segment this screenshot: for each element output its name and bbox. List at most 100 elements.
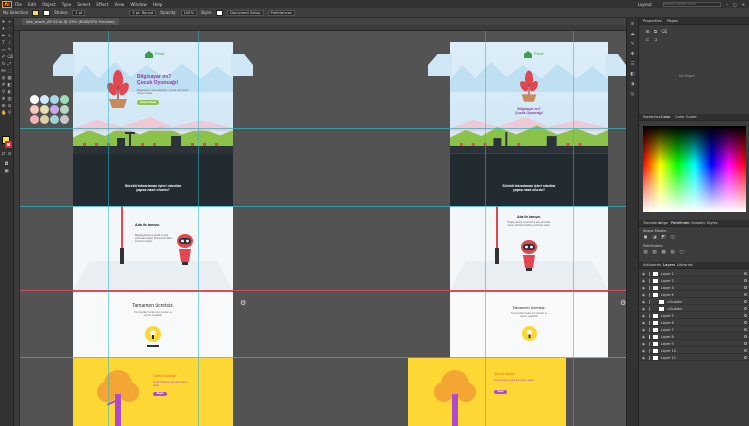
- gradient-icon[interactable]: ◧: [630, 72, 635, 77]
- swatch[interactable]: [40, 95, 49, 104]
- blend-tool-icon[interactable]: ◐: [7, 90, 12, 95]
- menu-window[interactable]: Window: [130, 2, 147, 7]
- fill-swatch[interactable]: [32, 9, 40, 16]
- screen-mode-icon[interactable]: ▣: [4, 169, 9, 174]
- visibility-eye-icon[interactable]: ◉: [642, 300, 646, 304]
- stroke-icon[interactable]: ☰: [630, 62, 635, 67]
- layer-row[interactable]: ◉ <Guide>: [639, 299, 749, 305]
- guide-horizontal[interactable]: [20, 357, 626, 358]
- guide-vertical[interactable]: [108, 31, 109, 426]
- exclude-icon[interactable]: ◫: [670, 235, 675, 240]
- hero-cta-button[interactable]: Hemen Başla: [137, 100, 159, 105]
- layer-target-icon[interactable]: [744, 328, 747, 331]
- tab-graphic-styles[interactable]: Graphic Styles: [691, 220, 718, 227]
- magic-wand-icon[interactable]: ✦: [1, 27, 6, 32]
- none-color-icon[interactable]: ⊘: [7, 152, 12, 157]
- layer-target-icon[interactable]: [744, 335, 747, 338]
- layer-row[interactable]: ◉ Layer 11: [639, 355, 749, 361]
- visibility-eye-icon[interactable]: ◉: [642, 279, 646, 283]
- layer-name[interactable]: Layer 11: [661, 355, 676, 361]
- menu-type[interactable]: Type: [62, 2, 72, 7]
- swatch[interactable]: [60, 95, 69, 104]
- trim-icon[interactable]: ▨: [652, 250, 657, 255]
- swatch[interactable]: [50, 115, 59, 124]
- line-tool-icon[interactable]: /: [7, 41, 12, 46]
- layer-target-icon[interactable]: [744, 300, 747, 303]
- transparency-icon[interactable]: ◑: [630, 82, 635, 87]
- gradient-tool-icon[interactable]: ◧: [7, 83, 12, 88]
- layer-name[interactable]: <Guide>: [667, 306, 683, 312]
- swatch[interactable]: [50, 95, 59, 104]
- tab-properties[interactable]: Properties: [643, 18, 662, 25]
- tab-color-guide[interactable]: Color Guide: [675, 114, 697, 121]
- unite-icon[interactable]: ◼: [643, 235, 648, 240]
- visibility-eye-icon[interactable]: ◉: [642, 321, 646, 325]
- appearance-icon[interactable]: ◎: [630, 92, 635, 97]
- visibility-eye-icon[interactable]: ◉: [642, 314, 646, 318]
- stroke-weight-field[interactable]: 1 pt: [72, 9, 86, 16]
- brush-icon[interactable]: ✎: [630, 42, 635, 47]
- type-tool-icon[interactable]: T: [1, 41, 6, 46]
- layer-target-icon[interactable]: [744, 356, 747, 359]
- layer-target-icon[interactable]: [744, 314, 747, 317]
- guide-vertical[interactable]: [485, 31, 486, 426]
- swatch[interactable]: [30, 105, 39, 114]
- layer-row[interactable]: ◉ Layer 1: [639, 271, 749, 277]
- crop-icon[interactable]: ▤: [670, 250, 675, 255]
- guide-red[interactable]: [20, 290, 626, 291]
- layer-name[interactable]: Layer 10: [661, 348, 676, 354]
- brush-definition-field[interactable]: 5 pt. Round: [129, 9, 157, 16]
- layer-name[interactable]: Layer 5: [661, 313, 674, 319]
- intersect-icon[interactable]: ◩: [661, 235, 666, 240]
- visibility-eye-icon[interactable]: ◉: [642, 335, 646, 339]
- symbol-sprayer-icon[interactable]: ✻: [1, 97, 6, 102]
- layer-row[interactable]: ◉ Layer 5: [639, 313, 749, 319]
- visibility-eye-icon[interactable]: ◉: [642, 293, 646, 297]
- tab-color[interactable]: Color: [661, 114, 671, 121]
- lasso-tool-icon[interactable]: ◌: [7, 27, 12, 32]
- minus-front-icon[interactable]: ◪: [652, 235, 657, 240]
- cta-button[interactable]: Başla: [153, 392, 167, 396]
- tab-artboards[interactable]: Artboards: [643, 262, 661, 269]
- properties-icon[interactable]: ≡: [630, 22, 635, 27]
- layer-target-icon[interactable]: [744, 279, 747, 282]
- align-left-icon[interactable]: ⊏: [645, 38, 650, 43]
- menu-effect[interactable]: Effect: [96, 2, 108, 7]
- menu-help[interactable]: Help: [153, 2, 163, 7]
- menu-select[interactable]: Select: [77, 2, 90, 7]
- menu-file[interactable]: File: [15, 2, 22, 7]
- visibility-eye-icon[interactable]: ◉: [642, 328, 646, 332]
- menu-view[interactable]: View: [114, 2, 124, 7]
- guide-vertical[interactable]: [573, 31, 574, 426]
- layer-name[interactable]: <Guide>: [667, 299, 683, 305]
- layer-row[interactable]: ◉ Layer 9: [639, 341, 749, 347]
- workspace-switcher[interactable]: Layout: [638, 2, 652, 7]
- swatch[interactable]: [50, 105, 59, 114]
- swap-colors-icon[interactable]: ⇄: [1, 152, 6, 157]
- free-transform-icon[interactable]: ⬚: [7, 69, 12, 74]
- layer-target-icon[interactable]: [744, 307, 747, 310]
- pen-tool-icon[interactable]: ✒: [1, 34, 6, 39]
- layer-target-icon[interactable]: [744, 272, 747, 275]
- layer-name[interactable]: Layer 6: [661, 320, 674, 326]
- swatch[interactable]: [40, 115, 49, 124]
- menu-object[interactable]: Object: [42, 2, 56, 7]
- mesh-tool-icon[interactable]: #: [1, 83, 6, 88]
- layer-target-icon[interactable]: [744, 286, 747, 289]
- guide-vertical[interactable]: [198, 31, 199, 426]
- tab-layers[interactable]: Layers: [663, 262, 675, 269]
- merge-icon[interactable]: ▩: [661, 250, 666, 255]
- layer-row[interactable]: ◉ Layer 8: [639, 334, 749, 340]
- minimize-icon[interactable]: –: [726, 2, 728, 7]
- layer-name[interactable]: Layer 3: [661, 285, 674, 291]
- eraser-tool-icon[interactable]: ⌫: [7, 55, 13, 60]
- layer-name[interactable]: Layer 4: [661, 292, 674, 298]
- direct-selection-tool-icon[interactable]: ➢: [7, 20, 12, 25]
- document-tab[interactable]: site_mock_AP 02.ai @ 25% (RGB/GPU Previe…: [22, 18, 119, 25]
- outline-icon[interactable]: ▢: [679, 250, 684, 255]
- delete-icon[interactable]: ⌫: [661, 30, 667, 35]
- artboard-tool-icon[interactable]: ⊞: [1, 104, 6, 109]
- tab-libraries[interactable]: Libraries: [677, 262, 693, 269]
- stroke-swatch[interactable]: [43, 9, 51, 16]
- divide-icon[interactable]: ▧: [643, 250, 648, 255]
